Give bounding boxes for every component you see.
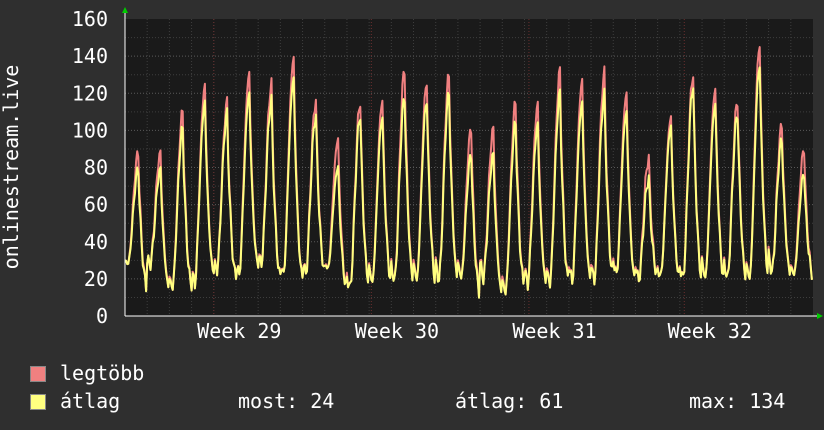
x-tick-label: Week 30 [355,319,439,343]
y-axis-arrow [122,7,128,13]
y-tick-label: 40 [84,230,108,254]
legend-label-legtobb: legtöbb [60,361,145,385]
x-tick-label: Week 29 [197,319,281,343]
y-tick-label: 80 [84,156,108,180]
legend-label-atlag: átlag [60,389,121,413]
y-tick-label: 120 [72,81,108,105]
y-tick-label: 20 [84,267,108,291]
y-axis-label: onlinestream.live [0,65,23,270]
line-chart: Week 29 Week 30 Week 31 Week 32 0 20 40 60 80 100… [0,7,823,343]
legend-swatch-legtobb [30,366,46,382]
y-tick-label: 160 [72,7,108,31]
stat-current: most: 24 [238,389,335,413]
graph-panel: Week 29 Week 30 Week 31 Week 32 0 20 40 60 80 100… [0,0,824,430]
x-tick-label: Week 31 [512,319,596,343]
y-tick-label: 140 [72,44,108,68]
x-tick-label: Week 32 [668,319,752,343]
stat-average: átlag: 61 [455,389,564,413]
y-tick-label: 100 [72,118,108,142]
y-tick-label: 60 [84,193,108,217]
y-tick-label: 0 [96,304,108,328]
legend-swatch-atlag [30,394,46,410]
stat-max: max: 134 [689,389,786,413]
x-axis-arrow [817,313,823,319]
